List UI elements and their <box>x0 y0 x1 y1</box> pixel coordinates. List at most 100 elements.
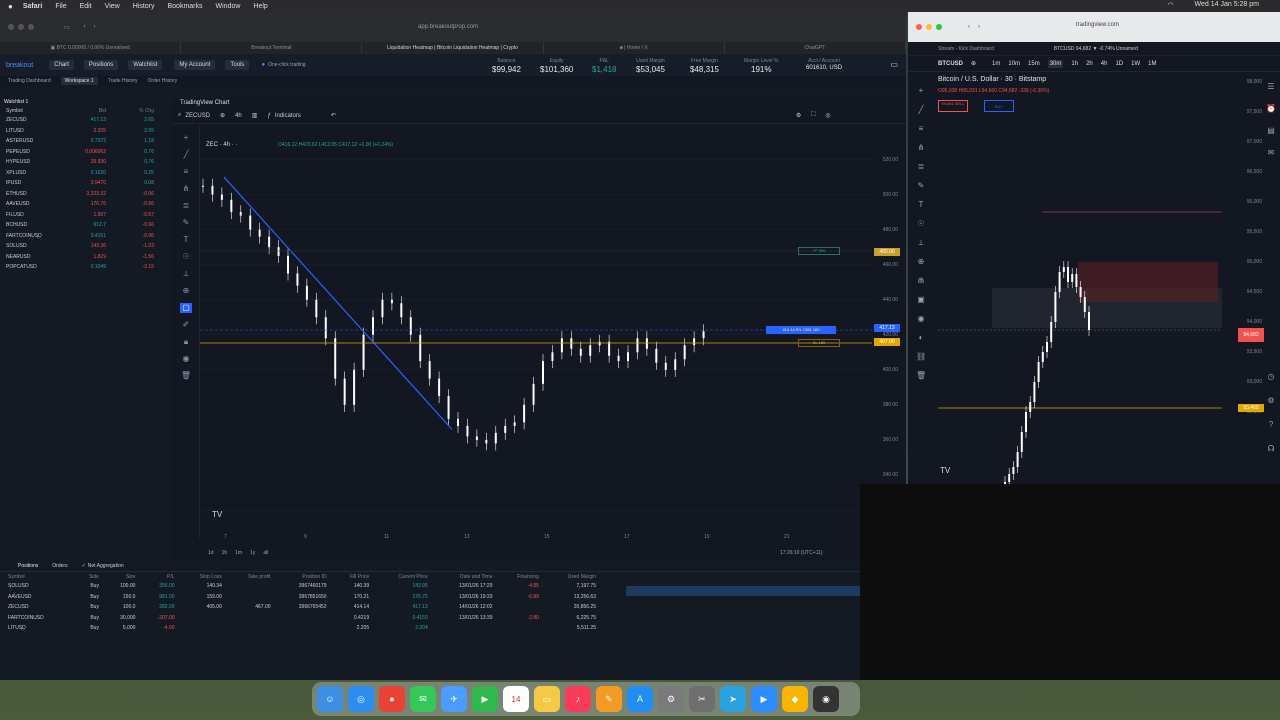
watchlist-row[interactable]: PEPEUSD 0.006062 0.76 <box>0 147 172 158</box>
account-menu[interactable]: My Account <box>174 60 216 70</box>
nav-positions[interactable]: Positions <box>83 60 119 70</box>
watchlist-row[interactable]: XPLUSD 0.1620 0.25 <box>0 168 172 179</box>
watchlist-row[interactable]: FARTCOINUSD 0.4151 -0.96 <box>0 231 172 242</box>
tf-1m[interactable]: 1m <box>235 550 242 556</box>
wifi-icon[interactable]: ◠ <box>1167 1 1173 9</box>
menu-view[interactable]: View <box>105 3 120 10</box>
positions-column-header[interactable]: Side <box>75 572 103 581</box>
tab-liquidation-heatmap[interactable]: Liquidation Heatmap | Bitcoin Liquidatio… <box>362 42 544 54</box>
menu-edit[interactable]: Edit <box>80 3 92 10</box>
watchlist-title[interactable]: Watchlist 1 <box>0 98 172 106</box>
dock-app-store-icon[interactable]: A <box>627 686 653 712</box>
dock-messages-icon[interactable]: ✉ <box>410 686 436 712</box>
minimize-button[interactable] <box>18 24 24 30</box>
position-row[interactable]: SOLUSD Buy 100.00 356.00 140.34 3967460179 140… <box>0 581 600 592</box>
positions-column-header[interactable]: Current Price <box>373 572 432 581</box>
positions-column-header[interactable]: Financing <box>497 572 543 581</box>
dock-chrome-icon[interactable]: ● <box>379 686 405 712</box>
menu-help[interactable]: Help <box>253 3 267 10</box>
menu-clock[interactable]: Wed 14 Jan 5:28 pm <box>1195 1 1259 9</box>
watchlist-row[interactable]: LITUSD 2.205 2.65 <box>0 126 172 137</box>
dock-mail-icon[interactable]: ✈ <box>441 686 467 712</box>
positions-column-header[interactable]: Fill Price <box>331 572 374 581</box>
tools-menu[interactable]: Tools <box>225 60 250 70</box>
subnav-order-history[interactable]: Order History <box>148 78 178 84</box>
dock-calendar-icon[interactable]: 14 <box>503 686 529 712</box>
dock-obs-icon[interactable]: ◉ <box>813 686 839 712</box>
positions-column-header[interactable]: Position ID <box>275 572 331 581</box>
subnav-trade-history[interactable]: Trade History <box>108 78 138 84</box>
watchlist-row[interactable]: HYPEUSD 25.930 0.76 <box>0 157 172 168</box>
watchlist-row[interactable]: POPCATUSD 0.1049 -2.15 <box>0 262 172 273</box>
close-button[interactable] <box>8 24 14 30</box>
position-tag[interactable]: 414.14 P/L +281 160 <box>766 326 836 334</box>
tab-x-home[interactable]: ■ | Home / X <box>544 42 725 54</box>
watchlist-row[interactable]: NEARUSD 1.829 -1.56 <box>0 252 172 263</box>
tab-chatgpt[interactable]: ChatGPT <box>725 42 906 54</box>
dock-sketch-icon[interactable]: ◆ <box>782 686 808 712</box>
positions-column-header[interactable]: P/L <box>139 572 178 581</box>
dock-scripts-icon[interactable]: ✂ <box>689 686 715 712</box>
address-bar[interactable]: app.breakoutprop.com <box>418 24 478 30</box>
tab-breakout-terminal[interactable]: Breakout Terminal <box>181 42 363 54</box>
apple-icon[interactable]: ● <box>8 2 13 11</box>
dock-telegram-icon[interactable]: ➤ <box>720 686 746 712</box>
position-row[interactable]: ZECUSD Buy 100.0 282.00 405.00 467.00 39667654… <box>0 602 600 613</box>
positions-column-header[interactable]: Symbol <box>0 572 75 581</box>
tf-1d[interactable]: 1d <box>208 550 214 556</box>
tab-orders[interactable]: Orders <box>52 563 67 569</box>
net-aggregation-checkbox[interactable]: ✓ <box>82 563 86 569</box>
position-row[interactable]: AAVEUSD Buy 150.0 981.00 159.00 3967851650 170… <box>0 592 600 603</box>
btc-candlestick-chart[interactable] <box>908 12 1280 484</box>
dock-settings-icon[interactable]: ⚙ <box>658 686 684 712</box>
positions-column-header[interactable]: Stop Loss <box>179 572 226 581</box>
take-profit-tag[interactable]: TP 560 <box>798 247 840 255</box>
watchlist-row[interactable]: ZECUSD 417.13 2.65 <box>0 115 172 126</box>
position-row[interactable]: LITUSD Buy 5,000 -4.00 2.205 2.204 5,511.25 <box>0 623 600 634</box>
tab-positions[interactable]: Positions <box>18 563 38 569</box>
positions-column-header[interactable]: Date and Time <box>432 572 497 581</box>
watchlist-row[interactable]: SOLUSD 143.36 -1.03 <box>0 241 172 252</box>
menu-window[interactable]: Window <box>216 3 241 10</box>
tab-net-aggregation[interactable]: Net Aggregation <box>88 563 124 569</box>
sidebar-icon[interactable]: ▭ <box>64 24 70 31</box>
tf-all[interactable]: all <box>263 550 268 556</box>
positions-column-header[interactable]: Size <box>103 572 139 581</box>
watchlist-row[interactable]: ETHUSD 3,323.32 -0.06 <box>0 189 172 200</box>
watchlist-row[interactable]: ASTERUSD 0.7372 1.18 <box>0 136 172 147</box>
menu-app[interactable]: Safari <box>23 3 42 10</box>
watchlist-row[interactable]: BCHUSD 612.7 -0.66 <box>0 220 172 231</box>
dock-notes-icon[interactable]: ▭ <box>534 686 560 712</box>
nav-watchlist[interactable]: Watchlist <box>128 60 163 70</box>
dock-finder-icon[interactable]: ☺ <box>317 686 343 712</box>
tab-unrealised[interactable]: ▣ BTC 0.00000 / 0.00% Unrealised <box>0 42 182 54</box>
tf-1y[interactable]: 1y <box>250 550 255 556</box>
tf-1h[interactable]: 1h <box>222 550 228 556</box>
breakout-logo[interactable]: breakout <box>6 62 33 69</box>
menu-bookmarks[interactable]: Bookmarks <box>167 3 202 10</box>
positions-column-header[interactable]: Take profit <box>226 572 275 581</box>
watchlist-row[interactable]: IPUSD 3.9470 0.08 <box>0 178 172 189</box>
dock-music-icon[interactable]: ♪ <box>565 686 591 712</box>
layout-icon[interactable]: ▭ <box>890 60 898 69</box>
watchlist-row[interactable]: FILUSD 1.567 -0.57 <box>0 210 172 221</box>
positions-column-header[interactable]: Used Margin <box>543 572 600 581</box>
watchlist-row[interactable]: AAVEUSD 176.76 -0.56 <box>0 199 172 210</box>
nav-chart[interactable]: Chart <box>49 60 74 70</box>
forward-icon[interactable]: › <box>94 24 96 30</box>
menu-history[interactable]: History <box>133 3 155 10</box>
subnav-workspace[interactable]: Workspace 1 <box>60 77 98 85</box>
stop-loss-tag[interactable]: SL 160 <box>798 339 840 347</box>
account-selector[interactable]: Acct / Account 601610, USD <box>806 58 842 71</box>
back-icon[interactable]: ‹ <box>84 24 86 30</box>
position-row[interactable]: FARTCOINUSD Buy 30,000 -207.00 0.4219 0.4150 1… <box>0 613 600 624</box>
trend-line[interactable] <box>223 176 453 430</box>
one-click-toggle[interactable]: ● <box>261 62 265 68</box>
dock-pages-icon[interactable]: ✎ <box>596 686 622 712</box>
menu-file[interactable]: File <box>55 3 66 10</box>
subnav-trading-dashboard[interactable]: Trading Dashboard <box>8 78 51 84</box>
dock-facetime-icon[interactable]: ▶ <box>472 686 498 712</box>
dock-zoom-icon[interactable]: ▶ <box>751 686 777 712</box>
zoom-button[interactable] <box>28 24 34 30</box>
dock-safari-icon[interactable]: ◎ <box>348 686 374 712</box>
